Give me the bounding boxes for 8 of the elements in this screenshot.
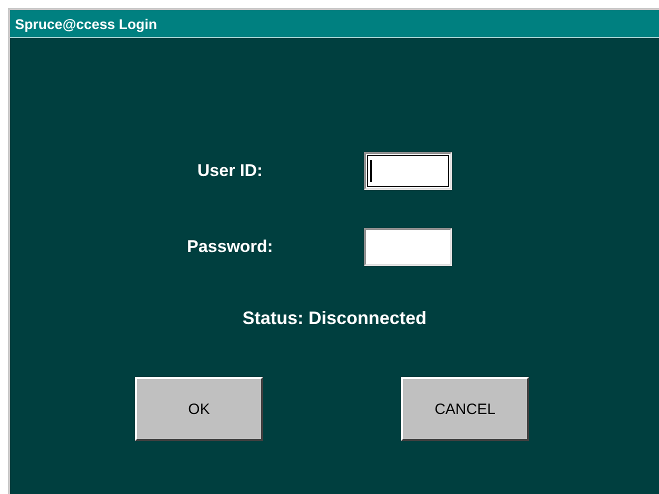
field-label: Password: [186,237,274,257]
cancel-button[interactable]: CANCEL [401,377,529,441]
window-title: Spruce@ccess Login [15,16,158,32]
input-field[interactable] [364,228,452,266]
ok-button[interactable]: OK [135,377,263,441]
field-label: User ID: [196,161,264,181]
input-field[interactable] [364,152,452,190]
status-text: Status: Disconnected [242,308,427,329]
